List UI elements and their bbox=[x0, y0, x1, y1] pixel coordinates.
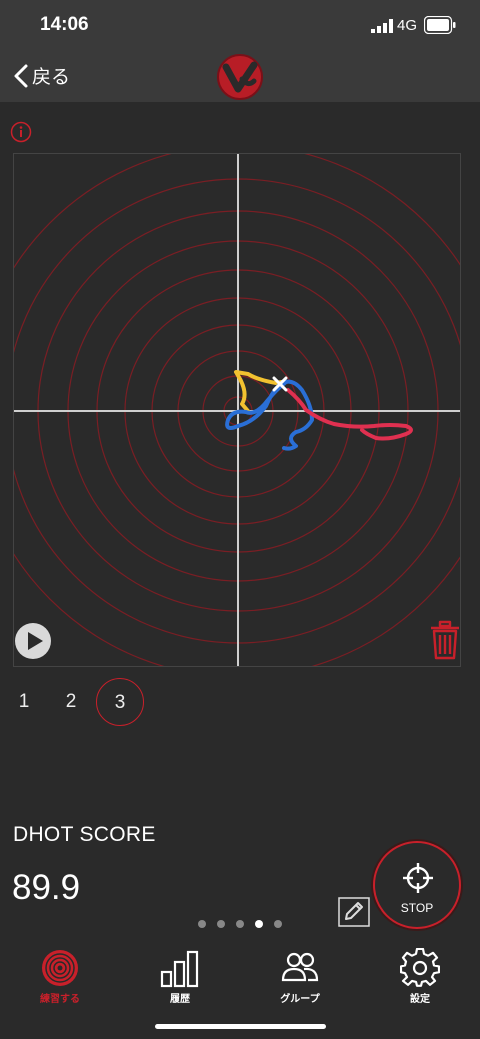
group-icon bbox=[281, 952, 319, 982]
back-button[interactable]: 戻る bbox=[12, 62, 70, 89]
status-time: 14:06 bbox=[40, 14, 89, 35]
nav-bar: 戻る bbox=[0, 50, 480, 102]
page-indicator bbox=[198, 920, 282, 928]
shot-selector: 1 2 3 bbox=[0, 678, 200, 726]
network-type: 4G bbox=[397, 17, 418, 34]
pencil-icon bbox=[345, 902, 363, 920]
page-dot[interactable] bbox=[198, 920, 206, 928]
shot-2[interactable]: 2 bbox=[47, 678, 95, 726]
status-bar: 14:06 4G bbox=[0, 0, 480, 50]
tab-label: グループ bbox=[280, 994, 320, 1005]
shot-3[interactable]: 3 bbox=[96, 678, 144, 726]
page-dot[interactable] bbox=[217, 920, 225, 928]
play-button[interactable] bbox=[14, 622, 52, 660]
bar-chart-icon bbox=[160, 950, 199, 988]
target-icon bbox=[42, 950, 78, 986]
target-plot bbox=[13, 153, 461, 667]
page-dot[interactable] bbox=[274, 920, 282, 928]
score-value: 89.9 bbox=[12, 868, 81, 907]
gear-icon bbox=[400, 948, 440, 987]
tab-label: 設定 bbox=[410, 994, 430, 1005]
edit-button[interactable] bbox=[338, 897, 370, 927]
signal-icon bbox=[371, 19, 393, 33]
tab-history[interactable]: 履歴 bbox=[120, 944, 240, 1005]
page-dot-active[interactable] bbox=[255, 920, 263, 928]
app-logo bbox=[217, 54, 263, 100]
battery-icon bbox=[424, 16, 456, 34]
tab-label: 履歴 bbox=[170, 994, 190, 1005]
crosshair-icon bbox=[403, 863, 433, 893]
target-rings bbox=[14, 154, 460, 666]
tab-practice[interactable]: 練習する bbox=[0, 944, 120, 1005]
stop-label: STOP bbox=[400, 901, 434, 915]
tab-settings[interactable]: 設定 bbox=[360, 944, 480, 1005]
trace-blue bbox=[225, 379, 314, 451]
score-label: DHOT SCORE bbox=[13, 823, 156, 846]
shot-1[interactable]: 1 bbox=[0, 678, 48, 726]
stop-button[interactable]: STOP bbox=[373, 841, 461, 929]
home-indicator bbox=[155, 1024, 326, 1029]
page-dot[interactable] bbox=[236, 920, 244, 928]
back-label: 戻る bbox=[32, 66, 71, 88]
trash-icon bbox=[431, 620, 459, 660]
trash-button[interactable] bbox=[427, 620, 463, 660]
tab-label: 練習する bbox=[40, 994, 80, 1005]
tab-group[interactable]: グループ bbox=[240, 944, 360, 1005]
chevron-left-icon bbox=[14, 64, 28, 87]
info-icon[interactable] bbox=[10, 121, 32, 143]
